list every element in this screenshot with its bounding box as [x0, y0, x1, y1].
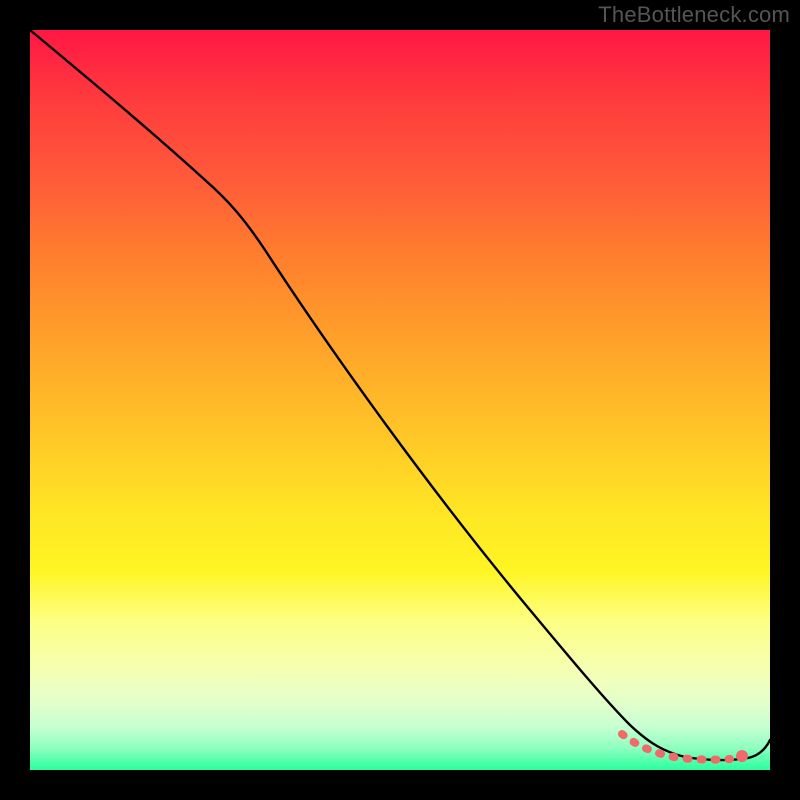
plot-area	[30, 30, 770, 770]
curve-layer	[30, 30, 770, 770]
watermark-text: TheBottleneck.com	[598, 2, 790, 28]
chart-frame: TheBottleneck.com	[0, 0, 800, 800]
end-dot-icon	[736, 750, 748, 762]
bottleneck-curve	[30, 30, 770, 760]
optimal-range-marker	[622, 734, 730, 760]
